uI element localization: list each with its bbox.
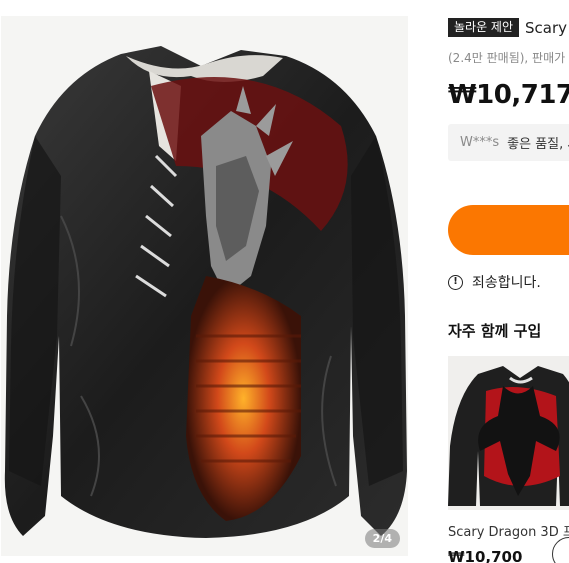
add-to-cart-icon[interactable] — [552, 537, 569, 563]
recommended-product-image[interactable] — [448, 356, 569, 510]
product-title-row[interactable]: 놀라운 제안 Scary Dragon 3D — [448, 18, 569, 37]
add-to-cart-button[interactable] — [448, 205, 569, 255]
promo-badge: 놀라운 제안 — [448, 18, 520, 37]
image-page-indicator: 2/4 — [364, 529, 400, 548]
product-title: Scary Dragon 3D — [525, 18, 569, 37]
info-circle-icon: ! — [448, 274, 463, 290]
product-info-panel: 놀라운 제안 Scary Dragon 3D (2.4만 판매됨), 판매가 ₩… — [448, 0, 569, 563]
product-price: ₩10,717 — [448, 80, 569, 110]
recommended-product-title: Scary Dragon 3D 프린트 — [448, 525, 569, 540]
dragon-shirt-image — [4, 46, 408, 538]
product-main-image[interactable]: 2/4 — [1, 16, 408, 556]
notice-text: 죄송합니다. — [472, 275, 541, 291]
notice-row: ! 죄송합니다. — [448, 272, 541, 292]
recommended-product-price: ₩10,700 — [448, 548, 523, 563]
review-user: W***s — [460, 135, 500, 150]
frequently-bought-title: 자주 함께 구입 — [448, 322, 542, 340]
red-dragon-shirt-image — [448, 366, 569, 506]
review-snippet[interactable]: W***s 좋은 품질, 사이즈 — [448, 124, 569, 161]
price-row: ₩10,717 ₩ — [448, 80, 569, 110]
sold-count: (2.4만 판매됨), 판매가 — [448, 51, 566, 65]
review-text: 좋은 품질, 사이즈 — [507, 137, 569, 152]
